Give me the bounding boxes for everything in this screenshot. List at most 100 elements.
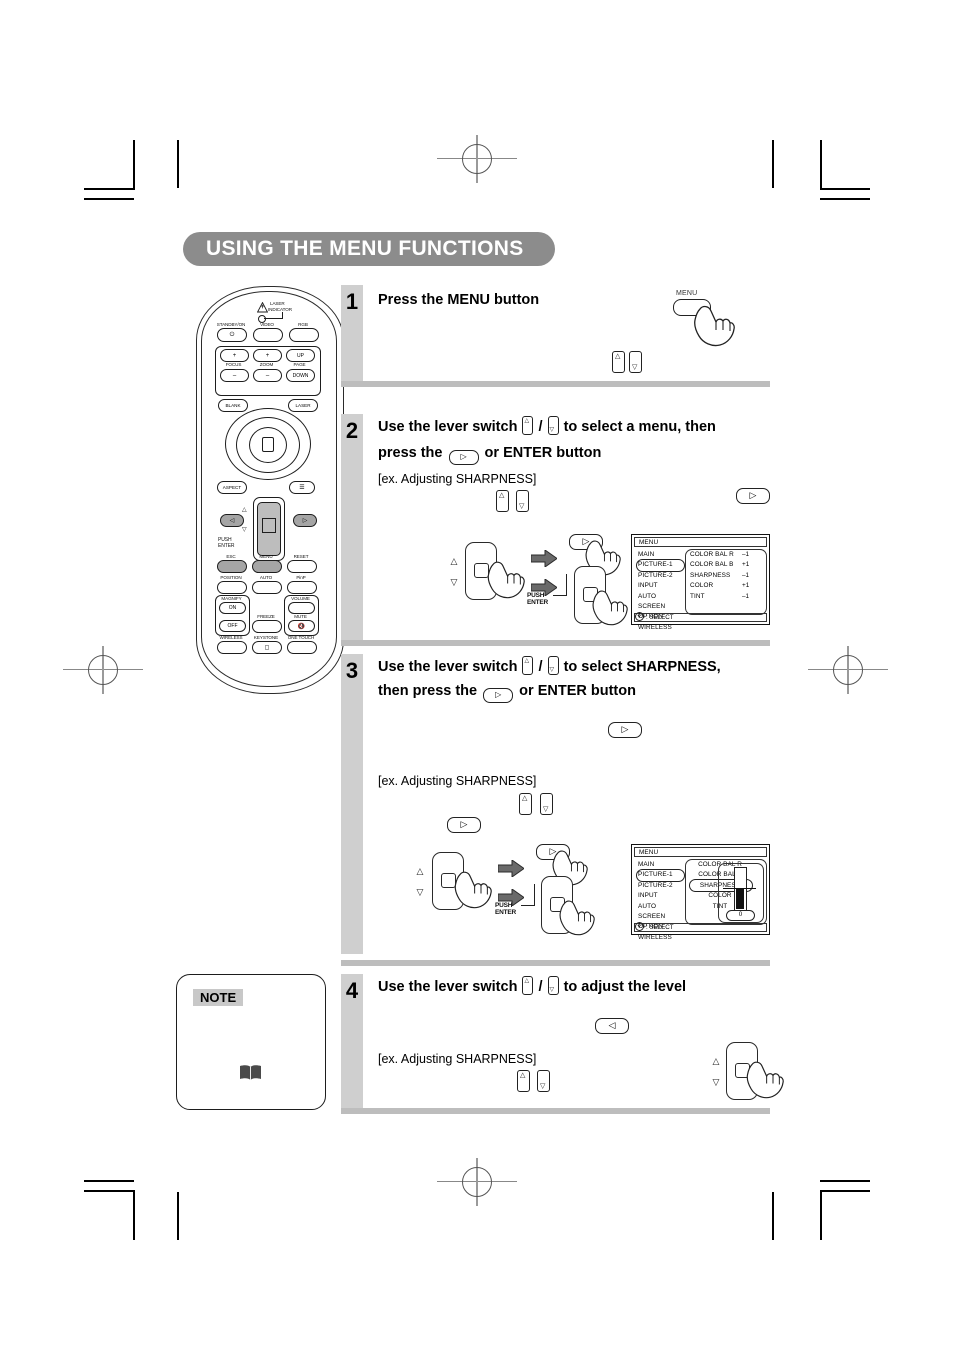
pointing-hand-icon <box>746 1061 784 1099</box>
lever-up-mark: △ <box>242 507 247 513</box>
freeze-label: FREEZE <box>257 614 275 619</box>
push-label: PUSH <box>527 592 545 599</box>
standby-on-button[interactable]: ⏻ <box>217 328 247 342</box>
aspect-button[interactable]: ASPECT <box>217 481 247 494</box>
step-1-headline-text: Press the MENU button <box>378 292 540 308</box>
left-arrow-button-figure-step4[interactable]: ◁ <box>595 1018 629 1034</box>
step-2-number: 2 <box>345 418 359 443</box>
reset-label: RESET <box>293 554 309 559</box>
power-icon: ⏻ <box>229 331 235 338</box>
crop-mark-bottom-right-h <box>820 1190 870 1192</box>
page-up-button[interactable]: UP <box>286 349 315 362</box>
osd-left-item[interactable]: PICTURE-2 <box>638 571 673 581</box>
magnify-off-button[interactable]: OFF <box>219 620 246 632</box>
crop-mark-bottom-left-h2 <box>84 1180 134 1182</box>
osd-left-item[interactable]: WIRELESS <box>638 933 673 943</box>
video-label: VIDEO <box>260 322 274 327</box>
crop-mark-bottom-left-v <box>133 1190 135 1240</box>
rgb-label: RGB <box>298 322 308 327</box>
focus-plus-button[interactable]: + <box>220 349 249 362</box>
push-enter-callout-step2: PUSH ENTER <box>527 592 548 606</box>
osd-left-item[interactable]: SCREEN <box>638 912 673 922</box>
step-3-headline-line1: Use the lever switch △ / ▽ to select SHA… <box>378 654 721 680</box>
wireless-button[interactable] <box>217 641 247 654</box>
osd-menu-step3: MENU MAIN PICTURE-1 PICTURE-2 INPUT AUTO… <box>631 844 770 941</box>
focus-minus-button[interactable]: – <box>220 369 249 382</box>
freeze-button[interactable] <box>252 620 282 633</box>
esc-button[interactable] <box>217 560 247 573</box>
osd-left-item[interactable]: AUTO <box>638 902 673 912</box>
one-touch-button[interactable] <box>287 641 317 654</box>
zoom-plus-button[interactable]: + <box>253 349 282 362</box>
step-2-line2-a: press the <box>378 445 443 461</box>
pointing-hand-icon <box>694 305 735 347</box>
osd-right-item[interactable]: COLOR BAL B <box>690 560 734 570</box>
keystone-button[interactable]: ◻ <box>252 641 282 654</box>
page-up-label: UP <box>297 352 304 359</box>
magnify-on-label: ON <box>228 605 237 611</box>
osd-left-item[interactable]: SCREEN <box>638 602 673 612</box>
zoom-minus-button[interactable]: – <box>253 369 282 382</box>
sharpness-slider-midline <box>723 888 756 889</box>
video-button[interactable] <box>253 328 283 342</box>
laser-button[interactable]: LASER <box>288 399 318 412</box>
registration-mark-top <box>437 135 517 183</box>
indicator-label: INDICATOR <box>268 307 292 312</box>
blank-button[interactable]: BLANK <box>218 399 248 412</box>
arrow-right-icon <box>531 550 557 567</box>
book-button[interactable]: ☰ <box>289 481 315 494</box>
volume-button[interactable] <box>288 602 315 614</box>
right-arrow-button[interactable]: ▷ <box>293 514 317 527</box>
osd-left-item[interactable]: INPUT <box>638 581 673 591</box>
osd-right-item[interactable]: COLOR BAL R <box>690 550 734 560</box>
pinp-button[interactable] <box>287 581 317 594</box>
osd-right-item[interactable]: SHARPNESS <box>690 571 734 581</box>
osd-footer-text: : SELECT <box>646 924 674 931</box>
osd-left-item[interactable]: WIRELESS <box>638 623 673 633</box>
menu-button[interactable] <box>252 560 282 573</box>
lever-glyph-up-step3: △ <box>519 793 532 815</box>
lever-up-mark-step2: △ <box>450 556 458 566</box>
registration-mark-left <box>63 646 143 694</box>
position-button[interactable] <box>217 581 247 594</box>
step-4: 4 Use the lever switch △ / ▽ to adjust t… <box>341 974 784 1108</box>
right-arrow-button-figure-step2[interactable]: ▷ <box>736 488 770 504</box>
lever-glyph-down-step2: ▽ <box>516 490 529 512</box>
page-title-text: USING THE MENU FUNCTIONS <box>206 237 524 260</box>
left-arrow-button[interactable]: ◁ <box>220 514 244 527</box>
lever-switch-knob-center <box>262 518 276 533</box>
step-3-headline-line2: then press the ▷ or ENTER button <box>378 678 636 704</box>
osd-left-selection-highlight-step3 <box>636 869 685 882</box>
remote-control-illustration: LASER INDICATOR STANDBY/ON ⏻ VIDEO RGB +… <box>196 286 344 694</box>
crop-mark-bottom-right-v <box>820 1190 822 1240</box>
laser-button-label: LASER <box>295 403 311 408</box>
right-arrow-button-figure-step3-b[interactable]: ▷ <box>447 817 481 833</box>
magnify-on-button[interactable]: ON <box>219 602 246 614</box>
osd-left-item[interactable]: INPUT <box>638 891 673 901</box>
note-label: NOTE <box>193 989 244 1006</box>
right-arrow-button-icon[interactable]: ▷ <box>448 450 479 465</box>
step-3-line1-b: / <box>538 659 543 675</box>
right-arrow-button-icon[interactable]: ▷ <box>483 688 514 703</box>
osd-footer-step2: : SELECT <box>634 613 767 622</box>
auto-button[interactable] <box>252 581 282 594</box>
lever-up-icon: △ <box>522 656 534 675</box>
reset-button[interactable] <box>287 560 317 573</box>
step-2-example: [ex. Adjusting SHARPNESS] <box>378 472 537 486</box>
osd-left-selection-highlight-step2 <box>636 559 685 572</box>
right-arrow-button-figure-step3-a[interactable]: ▷ <box>608 722 642 738</box>
osd-left-item[interactable]: PICTURE-2 <box>638 881 673 891</box>
page-down-button[interactable]: DOWN <box>286 369 315 382</box>
push-enter-callout-step3: PUSH ENTER <box>495 902 516 916</box>
osd-right-item[interactable]: TINT <box>690 592 734 602</box>
mute-button[interactable]: 🔇 <box>288 620 315 632</box>
osd-left-item[interactable]: AUTO <box>638 592 673 602</box>
step-3-number: 3 <box>345 658 359 683</box>
push-enter-leader-v <box>534 884 535 906</box>
rgb-button[interactable] <box>289 328 319 342</box>
osd-right-item[interactable]: COLOR <box>690 581 734 591</box>
page-down-label: DOWN <box>292 372 309 379</box>
esc-label: ESC <box>226 554 236 559</box>
osd-right-items-step2: COLOR BAL R COLOR BAL B SHARPNESS COLOR … <box>690 550 734 602</box>
push-enter-leader-h <box>553 595 567 596</box>
